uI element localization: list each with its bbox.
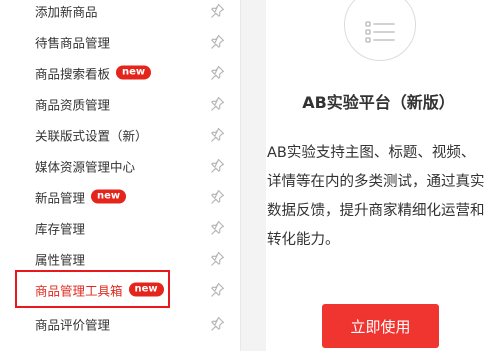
pin-icon[interactable] xyxy=(209,3,225,19)
pin-icon[interactable] xyxy=(209,127,225,143)
sidebar-item-search-board[interactable]: 商品搜索看板 new xyxy=(0,57,240,88)
card-description: AB实验支持主图、标题、视频、详情等在内的多类测试，通过真实数据反馈，提升商家精… xyxy=(267,145,485,248)
list-icon xyxy=(344,0,416,61)
pin-icon[interactable] xyxy=(209,158,225,174)
sidebar-item-label: 商品资质管理 xyxy=(35,97,111,112)
sidebar-item-layout-settings[interactable]: 关联版式设置（新） xyxy=(0,119,240,150)
pin-icon[interactable] xyxy=(209,282,225,298)
sidebar-item-label: 新品管理 new xyxy=(35,187,127,206)
sidebar-item-reviews[interactable]: 商品评价管理 xyxy=(0,308,240,339)
sidebar-item-label: 待售商品管理 xyxy=(35,35,111,50)
sidebar-item-pending-sale[interactable]: 待售商品管理 xyxy=(0,26,240,57)
new-badge: new xyxy=(91,189,127,204)
sidebar-item-label: 关联版式设置（新） xyxy=(35,128,148,143)
menu-panel: 添加新商品 待售商品管理 商品搜索看板 new 商品资质管理 关联版式设置（新） … xyxy=(0,0,241,351)
pin-icon[interactable] xyxy=(209,65,225,81)
sidebar-item-inventory[interactable]: 库存管理 xyxy=(0,212,240,243)
pin-icon[interactable] xyxy=(209,251,225,267)
sidebar-item-label: 属性管理 xyxy=(35,252,86,267)
new-badge: new xyxy=(116,65,152,80)
sidebar-item-label: 媒体资源管理中心 xyxy=(35,159,136,174)
pin-icon[interactable] xyxy=(209,96,225,112)
pin-icon[interactable] xyxy=(209,189,225,205)
sidebar-item-label: 商品评价管理 xyxy=(35,317,111,332)
pin-icon[interactable] xyxy=(209,34,225,50)
card-title: AB实验平台（新版） xyxy=(302,93,455,112)
sidebar-item-qualification[interactable]: 商品资质管理 xyxy=(0,88,240,119)
use-now-button[interactable]: 立即使用 xyxy=(322,304,439,348)
sidebar-item-new-products[interactable]: 新品管理 new xyxy=(0,181,240,212)
sidebar-item-media-center[interactable]: 媒体资源管理中心 xyxy=(0,150,240,181)
highlight-box xyxy=(15,270,170,308)
pin-icon[interactable] xyxy=(209,220,225,236)
pin-icon[interactable] xyxy=(209,316,225,332)
sidebar-item-label: 库存管理 xyxy=(35,221,86,236)
sidebar-item-add-product[interactable]: 添加新商品 xyxy=(0,0,240,26)
sidebar-item-label: 商品搜索看板 new xyxy=(35,63,152,82)
sidebar-item-label: 添加新商品 xyxy=(35,4,98,19)
